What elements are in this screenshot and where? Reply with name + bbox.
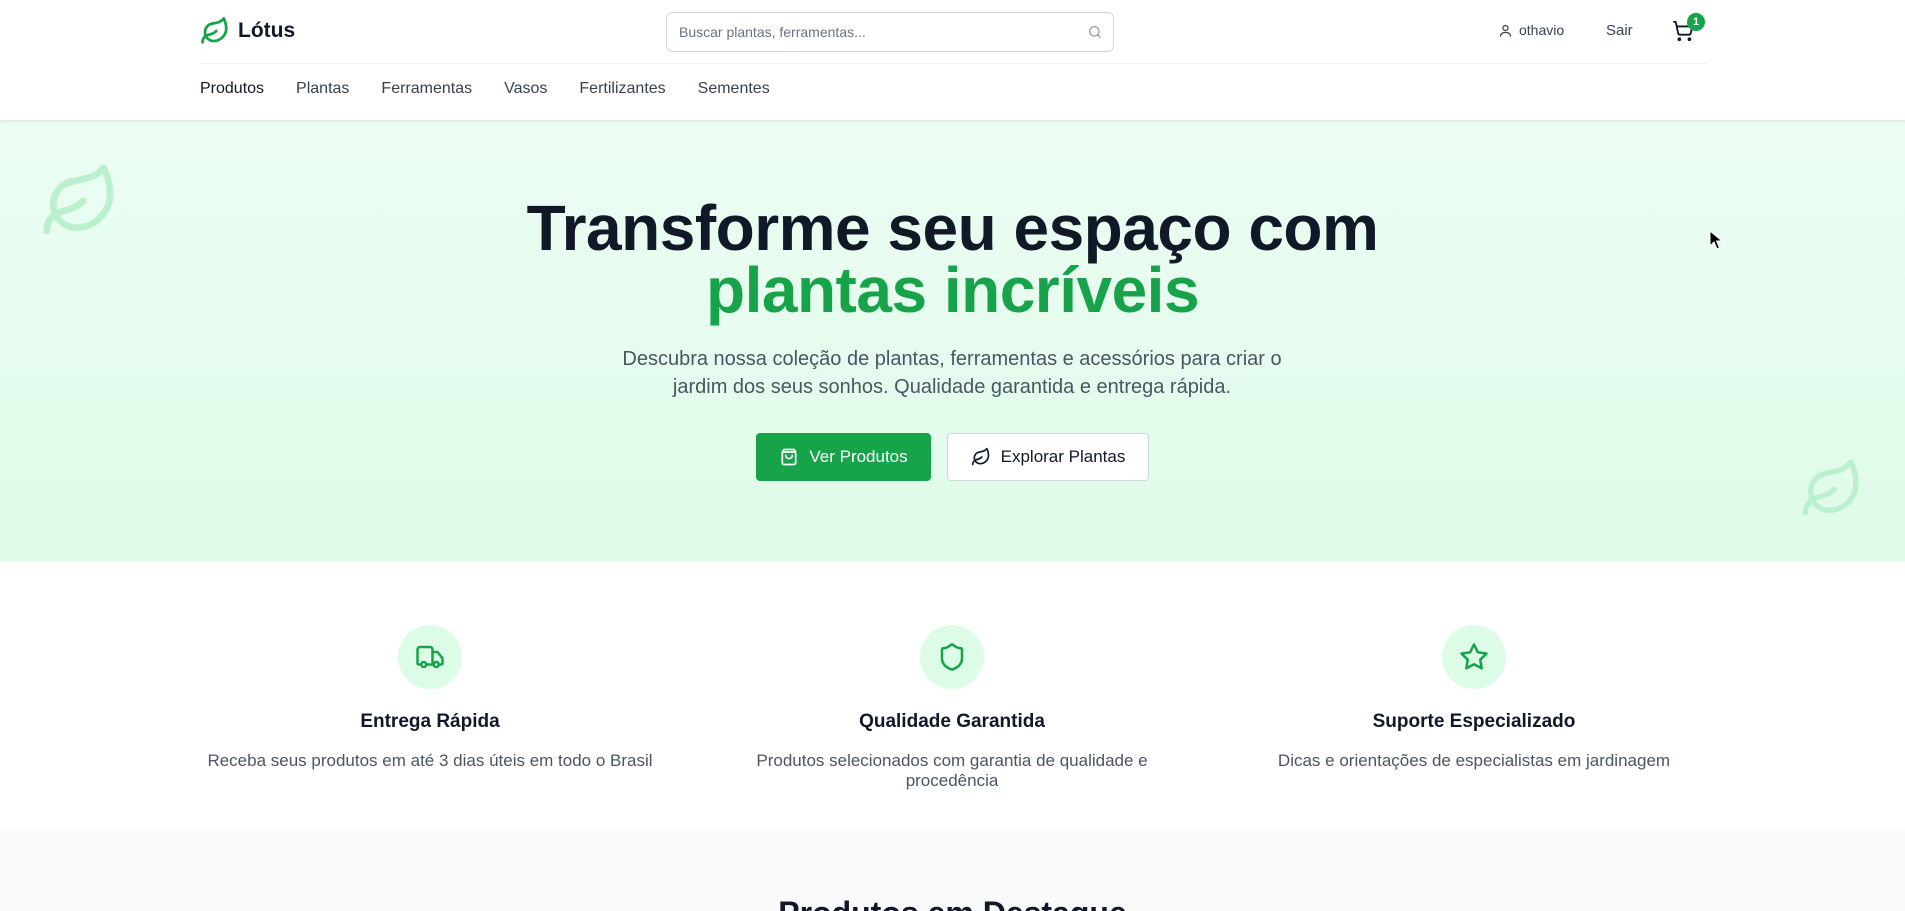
feature-title: Entrega Rápida [360,711,500,732]
logo-link[interactable]: Lótus [200,16,295,46]
nav-item-produtos[interactable]: Produtos [200,80,264,98]
top-bar: Lótus othavio Sair 1 [200,0,1706,64]
feature-title: Suporte Especializado [1372,711,1576,732]
features-section: Entrega Rápida Receba seus produtos em a… [0,561,1905,829]
hero-title-highlight: plantas incríveis [705,254,1200,326]
search-box [666,12,1114,52]
hero-title: Transforme seu espaço com plantas incrív… [0,196,1905,326]
explore-plants-label: Explorar Plantas [1000,447,1126,466]
leaf-icon [201,17,228,44]
feature-description: Dicas e orientações de especialistas em … [1277,751,1671,770]
nav-item-plantas[interactable]: Plantas [296,80,349,98]
hero-section: Transforme seu espaço com plantas incrív… [0,121,1905,561]
explore-plants-button[interactable]: Explorar Plantas [947,433,1149,481]
leaf-icon [971,447,989,466]
view-products-button[interactable]: Ver Produtos [756,433,931,481]
mouse-cursor-icon [1709,230,1723,250]
feature-card: Suporte Especializado Dicas e orientaçõe… [1234,625,1714,771]
featured-products-section: Produtos em Destaque [0,829,1905,911]
search-icon[interactable] [1087,24,1103,40]
username: othavio [1519,22,1565,38]
truck-icon [416,645,444,669]
cart-count-badge: 1 [1687,13,1705,31]
user-icon [1499,24,1512,37]
nav-item-sementes[interactable]: Sementes [698,80,770,98]
feature-description: Receba seus produtos em até 3 dias úteis… [207,751,653,770]
feature-icon-circle [1442,625,1506,689]
star-icon [1460,643,1488,670]
nav-item-fertilizantes[interactable]: Fertilizantes [579,80,665,98]
hero-subtitle: Descubra nossa coleção de plantas, ferra… [622,348,1282,398]
search-input[interactable] [679,13,1079,51]
leaf-icon [1802,459,1859,516]
feature-card: Entrega Rápida Receba seus produtos em a… [190,625,670,771]
nav-item-vasos[interactable]: Vasos [504,80,547,98]
feature-icon-circle [398,625,462,689]
shield-icon [940,643,964,671]
user-account-link[interactable]: othavio [1498,22,1564,38]
nav-item-ferramentas[interactable]: Ferramentas [381,80,472,98]
feature-description: Produtos selecionados com garantia de qu… [756,751,1148,790]
main-nav: Produtos Plantas Ferramentas Vasos Ferti… [200,80,770,98]
view-products-label: Ver Produtos [809,447,908,466]
logout-button[interactable]: Sair [1606,22,1633,39]
feature-title: Qualidade Garantida [859,711,1045,732]
shopping-bag-icon [781,448,797,466]
featured-products-title: Produtos em Destaque [0,895,1905,911]
feature-card: Qualidade Garantida Produtos selecionado… [712,625,1192,791]
feature-icon-circle [920,625,984,689]
brand-name: Lótus [238,19,296,42]
site-header: Lótus othavio Sair 1 Produtos Plantas Fe… [0,0,1905,121]
